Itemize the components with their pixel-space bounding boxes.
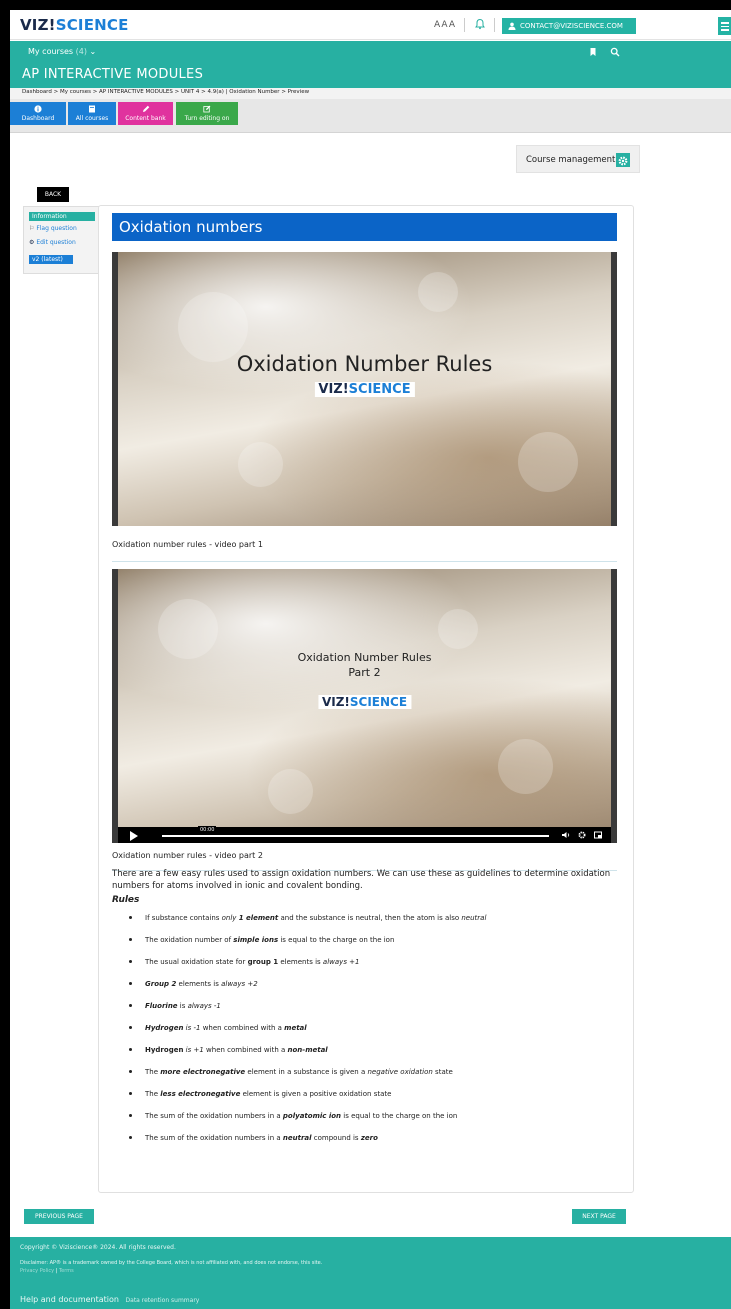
- site-logo[interactable]: VIZ!SCIENCE: [20, 16, 129, 34]
- video-title-line-1: Oxidation Number Rules: [297, 651, 432, 664]
- privacy-policy-link[interactable]: Privacy Policy: [20, 1268, 54, 1274]
- footer: Copyright © Viziscience® 2024. All right…: [10, 1237, 731, 1309]
- next-page-button[interactable]: NEXT PAGE: [572, 1209, 626, 1224]
- video-caption-1: Oxidation number rules - video part 1: [112, 540, 263, 549]
- footer-links: Privacy Policy | Terms: [20, 1268, 74, 1274]
- video-caption-2: Oxidation number rules - video part 2: [112, 851, 263, 860]
- divider: [112, 561, 617, 562]
- content-title: Oxidation numbers: [119, 218, 263, 236]
- breadcrumb-bar: Dashboard > My courses > AP INTERACTIVE …: [10, 88, 731, 99]
- video-frame: Oxidation Number Rules VIZ!SCIENCE: [118, 252, 611, 526]
- video-controls: 00:00: [118, 826, 611, 843]
- chevron-down-icon: ⌄: [89, 47, 97, 56]
- edit-question-link[interactable]: ⚙ Edit question: [29, 239, 76, 246]
- information-label: Information: [29, 212, 95, 221]
- bell-icon[interactable]: [474, 18, 486, 30]
- terms-link[interactable]: Terms: [59, 1268, 74, 1274]
- rule-item: Hydrogen is +1 when combined with a non-…: [129, 1045, 619, 1067]
- gear-icon: ⚙: [29, 239, 35, 246]
- video-frame: Oxidation Number Rules Part 2 VIZ!SCIENC…: [118, 569, 611, 843]
- edit-icon: [203, 105, 211, 113]
- all-courses-button[interactable]: All courses: [68, 102, 116, 125]
- dashboard-button[interactable]: Dashboard: [10, 102, 66, 125]
- contact-label: CONTACT@VIZISCIENCE.COM: [520, 22, 623, 30]
- video-player-2[interactable]: Oxidation Number Rules Part 2 VIZ!SCIENC…: [112, 569, 617, 843]
- volume-icon[interactable]: [561, 830, 571, 840]
- gear-icon[interactable]: [616, 153, 630, 167]
- video-logo: VIZ!SCIENCE: [314, 382, 415, 397]
- info-icon: [34, 105, 42, 113]
- bookmark-icon[interactable]: [588, 47, 598, 57]
- question-info-panel: Information ⚐ Flag question ⚙ Edit quest…: [23, 206, 101, 274]
- search-icon[interactable]: [610, 47, 620, 57]
- help-documentation-link[interactable]: Help and documentation: [20, 1295, 119, 1304]
- content-bank-button[interactable]: Content bank: [118, 102, 173, 125]
- question-content: Oxidation numbers Oxidation Number Rules…: [98, 205, 634, 1193]
- rule-item: The sum of the oxidation numbers in a ne…: [129, 1133, 619, 1155]
- book-icon: [89, 105, 95, 113]
- copyright: Copyright © Viziscience® 2024. All right…: [20, 1244, 176, 1251]
- video-title-line-2: Part 2: [348, 666, 381, 679]
- nav-bar: My courses (4) ⌄: [10, 41, 731, 63]
- disclaimer: Disclaimer: AP® is a trademark owned by …: [20, 1260, 323, 1266]
- rule-item: If substance contains only 1 element and…: [129, 913, 619, 935]
- flag-icon: ⚐: [29, 225, 35, 232]
- video-title: Oxidation Number Rules: [236, 352, 493, 376]
- breadcrumb[interactable]: Dashboard > My courses > AP INTERACTIVE …: [22, 89, 309, 95]
- rule-item: Fluorine is always -1: [129, 1001, 619, 1023]
- back-button[interactable]: BACK: [37, 187, 69, 202]
- my-courses-menu[interactable]: My courses (4) ⌄: [28, 47, 96, 56]
- pencil-icon: [142, 105, 149, 112]
- flag-question-link[interactable]: ⚐ Flag question: [29, 225, 77, 232]
- rule-item: Group 2 elements is always +2: [129, 979, 619, 1001]
- course-management-button[interactable]: Course management: [516, 145, 640, 173]
- time-readout: 00:00: [198, 826, 217, 834]
- video-player-1[interactable]: Oxidation Number Rules VIZ!SCIENCE: [112, 252, 617, 526]
- rules-heading: Rules: [112, 895, 140, 905]
- top-bar: VIZ!SCIENCE AAA CONTACT@VIZISCIENCE.COM: [10, 10, 731, 40]
- divider: [494, 18, 495, 32]
- course-title: AP INTERACTIVE MODULES: [22, 67, 204, 82]
- play-icon[interactable]: [130, 831, 138, 841]
- rule-item: The sum of the oxidation numbers in a po…: [129, 1111, 619, 1133]
- course-count: (4): [75, 47, 87, 56]
- video-logo: VIZ!SCIENCE: [317, 695, 412, 709]
- rules-list: If substance contains only 1 element and…: [129, 913, 619, 1155]
- course-management-label: Course management: [526, 155, 616, 165]
- rule-item: The more electronegative element in a su…: [129, 1067, 619, 1089]
- contact-button[interactable]: CONTACT@VIZISCIENCE.COM: [502, 18, 636, 34]
- progress-bar[interactable]: 00:00: [162, 826, 549, 837]
- fullscreen-icon[interactable]: [593, 830, 603, 840]
- user-icon: [508, 22, 516, 30]
- rule-item: The less electronegative element is give…: [129, 1089, 619, 1111]
- turn-editing-on-button[interactable]: Turn editing on: [176, 102, 238, 125]
- rule-item: The usual oxidation state for group 1 el…: [129, 957, 619, 979]
- help-links: Help and documentation Data retention su…: [20, 1295, 199, 1304]
- content-title-bar: Oxidation numbers: [112, 213, 617, 241]
- version-badge: v2 (latest): [29, 255, 73, 264]
- rule-item: Hydrogen is -1 when combined with a meta…: [129, 1023, 619, 1045]
- page: VIZ!SCIENCE AAA CONTACT@VIZISCIENCE.COM …: [10, 10, 731, 1309]
- hamburger-menu-icon[interactable]: [718, 17, 731, 35]
- settings-icon[interactable]: [577, 830, 587, 840]
- previous-page-button[interactable]: PREVIOUS PAGE: [24, 1209, 94, 1224]
- data-retention-link[interactable]: Data retention summary: [126, 1297, 200, 1304]
- font-size-toggle[interactable]: AAA: [434, 20, 456, 30]
- intro-paragraph: There are a few easy rules used to assig…: [112, 869, 611, 891]
- action-bar: Dashboard All courses Content bank Turn …: [10, 99, 731, 133]
- divider: [464, 18, 465, 32]
- rule-item: The oxidation number of simple ions is e…: [129, 935, 619, 957]
